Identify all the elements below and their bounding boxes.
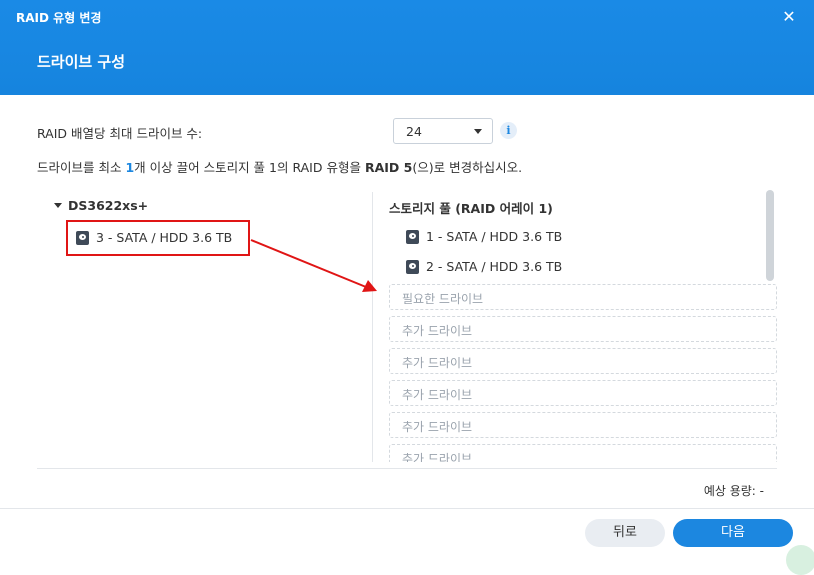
window-title: RAID 유형 변경 — [16, 11, 102, 25]
drop-slot-required[interactable]: 필요한 드라이브 — [389, 284, 777, 310]
estimated-capacity: 예상 용량: - — [703, 484, 764, 498]
draggable-drive-3[interactable]: 3 - SATA / HDD 3.6 TB — [66, 220, 250, 256]
storage-pool-panel: 스토리지 풀 (RAID 어레이 1) 1 - SATA / HDD 3.6 T… — [389, 190, 779, 462]
instruction-part-3: (으)로 변경하십시오. — [412, 160, 523, 175]
pool-drive-1[interactable]: 1 - SATA / HDD 3.6 TB — [406, 229, 562, 245]
max-drives-value: 24 — [406, 124, 422, 139]
available-drives-panel: DS3622xs+ 3 - SATA / HDD 3.6 TB — [37, 190, 372, 462]
drop-slot-additional[interactable]: 추가 드라이브 — [389, 412, 777, 438]
drop-slot-additional[interactable]: 추가 드라이브 — [389, 348, 777, 374]
drive-label: 3 - SATA / HDD 3.6 TB — [96, 230, 233, 245]
next-button[interactable]: 다음 — [673, 519, 793, 547]
instruction-part-2: 개 이상 끌어 스토리지 풀 1의 RAID 유형을 — [134, 160, 365, 175]
max-drives-label: RAID 배열당 최대 드라이브 수: — [37, 126, 203, 141]
instruction-raid-type: RAID 5 — [364, 160, 413, 175]
storage-pool-title: 스토리지 풀 (RAID 어레이 1) — [389, 201, 553, 216]
caret-down-icon[interactable] — [54, 203, 62, 208]
server-name: DS3622xs+ — [68, 198, 149, 213]
pool-drive-2[interactable]: 2 - SATA / HDD 3.6 TB — [406, 259, 562, 275]
chevron-down-icon — [474, 129, 482, 134]
drop-slot-additional[interactable]: 추가 드라이브 — [389, 380, 777, 406]
hard-drive-icon — [76, 230, 89, 245]
step-title: 드라이브 구성 — [37, 53, 126, 71]
server-tree-node[interactable]: DS3622xs+ — [54, 198, 148, 213]
content-divider — [37, 468, 777, 469]
hard-drive-icon — [406, 259, 419, 274]
drop-slot-additional[interactable]: 추가 드라이브 — [389, 316, 777, 342]
max-drives-select[interactable]: 24 — [393, 118, 493, 144]
info-icon[interactable]: i — [500, 122, 517, 139]
scrollbar-thumb[interactable] — [766, 190, 774, 281]
close-icon[interactable]: ✕ — [778, 6, 800, 28]
back-button[interactable]: 뒤로 — [585, 519, 665, 547]
raid-change-dialog: RAID 유형 변경 ✕ 드라이브 구성 RAID 배열당 최대 드라이브 수:… — [0, 0, 814, 575]
panel-divider — [372, 192, 373, 462]
drop-slot-additional[interactable]: 추가 드라이브 — [389, 444, 777, 462]
instruction-count: 1 — [125, 160, 135, 175]
instruction-text: 드라이브를 최소 1개 이상 끌어 스토리지 풀 1의 RAID 유형을 RAI… — [37, 157, 522, 176]
hard-drive-icon — [406, 229, 419, 244]
dialog-header: RAID 유형 변경 ✕ 드라이브 구성 — [0, 0, 814, 95]
instruction-part-1: 드라이브를 최소 — [37, 160, 126, 175]
drive-label: 2 - SATA / HDD 3.6 TB — [426, 259, 563, 274]
drive-label: 1 - SATA / HDD 3.6 TB — [426, 229, 563, 244]
corner-decoration — [786, 545, 814, 575]
footer-divider — [0, 508, 814, 509]
